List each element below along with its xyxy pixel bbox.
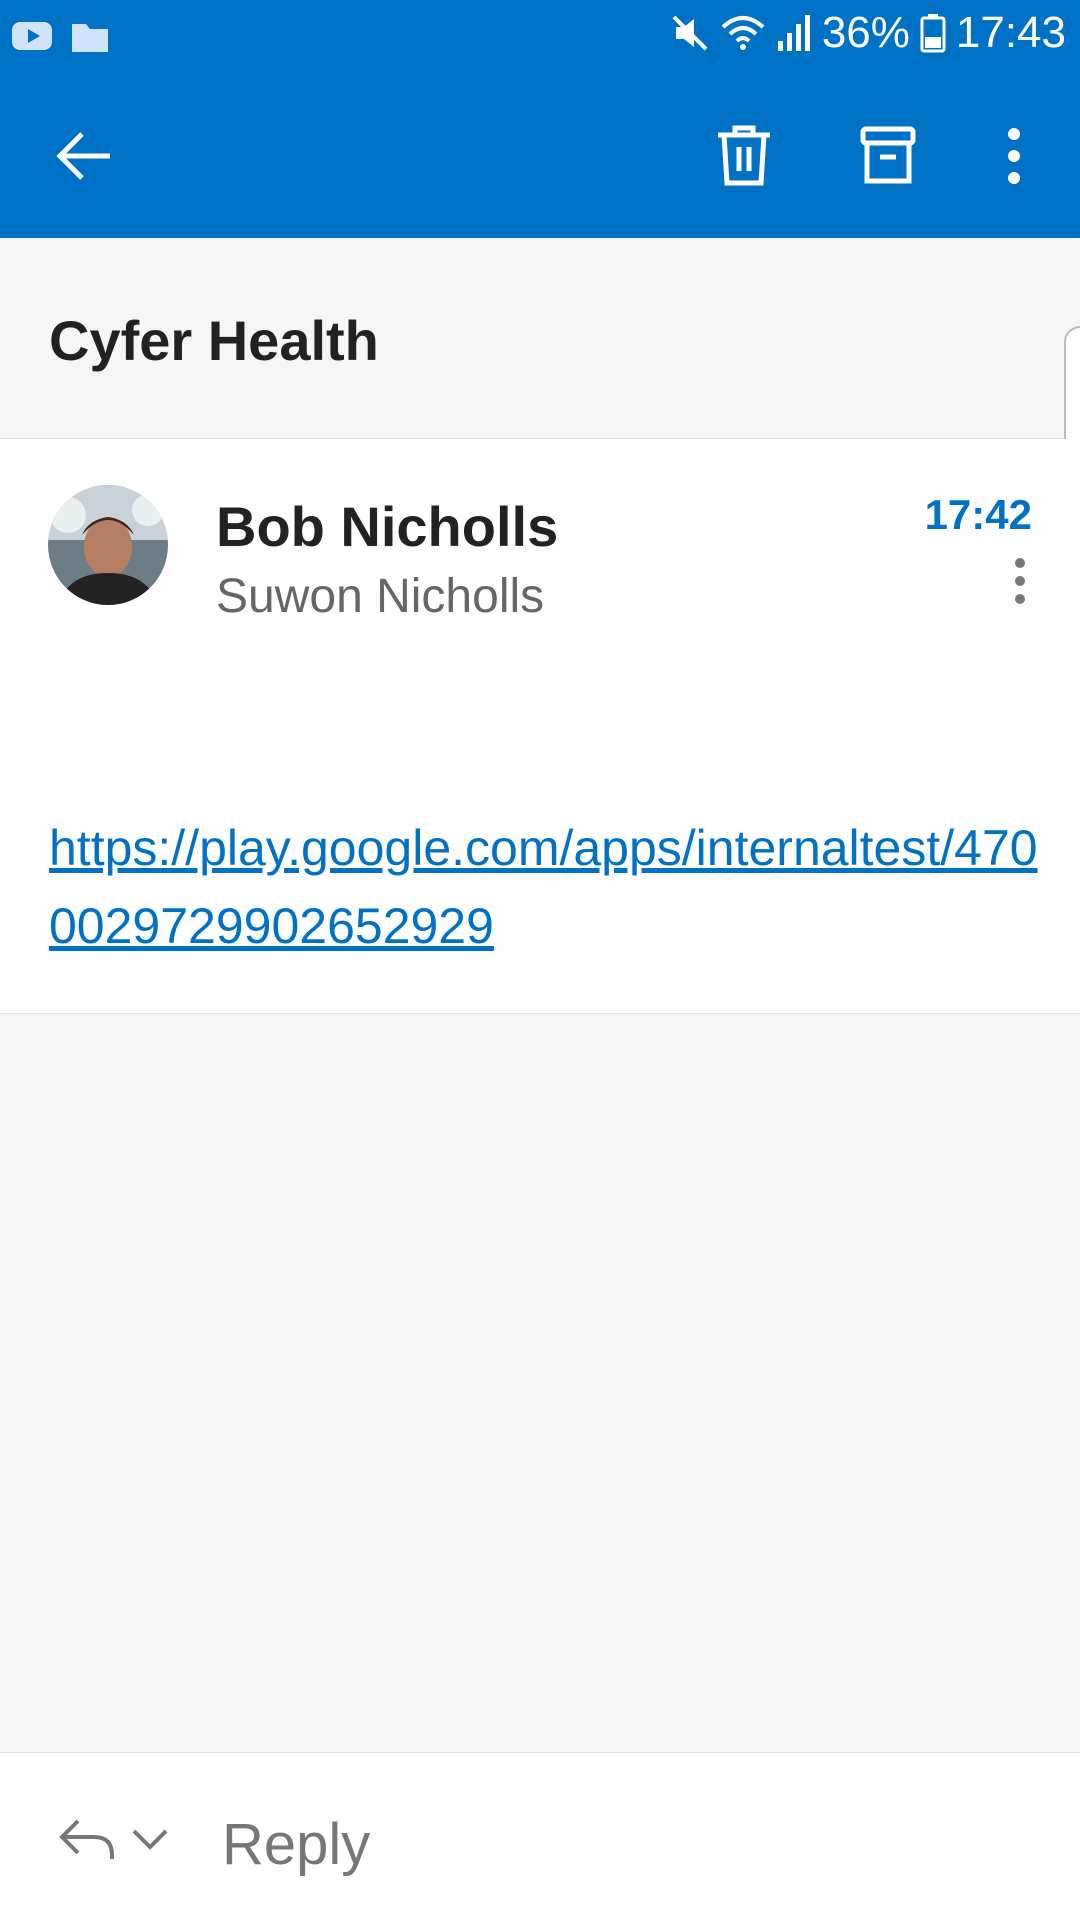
avatar[interactable] — [48, 485, 168, 605]
wifi-icon — [721, 16, 765, 50]
more-vertical-icon — [1015, 558, 1025, 604]
youtube-icon — [12, 22, 52, 50]
chevron-down-icon — [132, 1829, 168, 1850]
more-vertical-icon — [1008, 128, 1020, 184]
reply-arrow-icon — [59, 1819, 114, 1859]
arrow-left-icon — [56, 132, 110, 180]
email-subject: Cyfer Health — [49, 309, 379, 372]
archive-button[interactable] — [848, 116, 928, 196]
reply-button[interactable]: Reply — [222, 1811, 370, 1878]
archive-icon — [860, 126, 916, 184]
person-photo-icon — [48, 485, 168, 605]
subject-header: Cyfer Health — [0, 238, 1080, 680]
battery-icon — [920, 14, 946, 53]
trash-icon — [718, 125, 770, 186]
delete-button[interactable] — [704, 116, 784, 196]
more-options-button[interactable] — [974, 116, 1054, 196]
mute-icon — [672, 15, 708, 51]
recipient-name: Suwon Nicholls — [216, 570, 545, 623]
app-toolbar — [0, 72, 1080, 238]
message-time: 17:42 — [924, 491, 1032, 538]
status-bar: 36% 17:43 — [0, 0, 1080, 72]
body-link[interactable]: https://play.google.com/apps/internaltes… — [49, 809, 1039, 965]
status-time: 17:43 — [955, 8, 1066, 57]
message-card: Bob Nicholls Suwon Nicholls 17:42 https:… — [0, 439, 1080, 1014]
reply-options-button[interactable] — [58, 1815, 170, 1863]
folder-icon — [72, 24, 108, 52]
signal-icon — [777, 15, 810, 51]
battery-percent: 36% — [821, 8, 910, 57]
back-button[interactable] — [44, 116, 124, 196]
message-more-button[interactable] — [1000, 551, 1040, 611]
reply-bar: Reply — [0, 1752, 1080, 1921]
sender-name: Bob Nicholls — [216, 495, 559, 558]
